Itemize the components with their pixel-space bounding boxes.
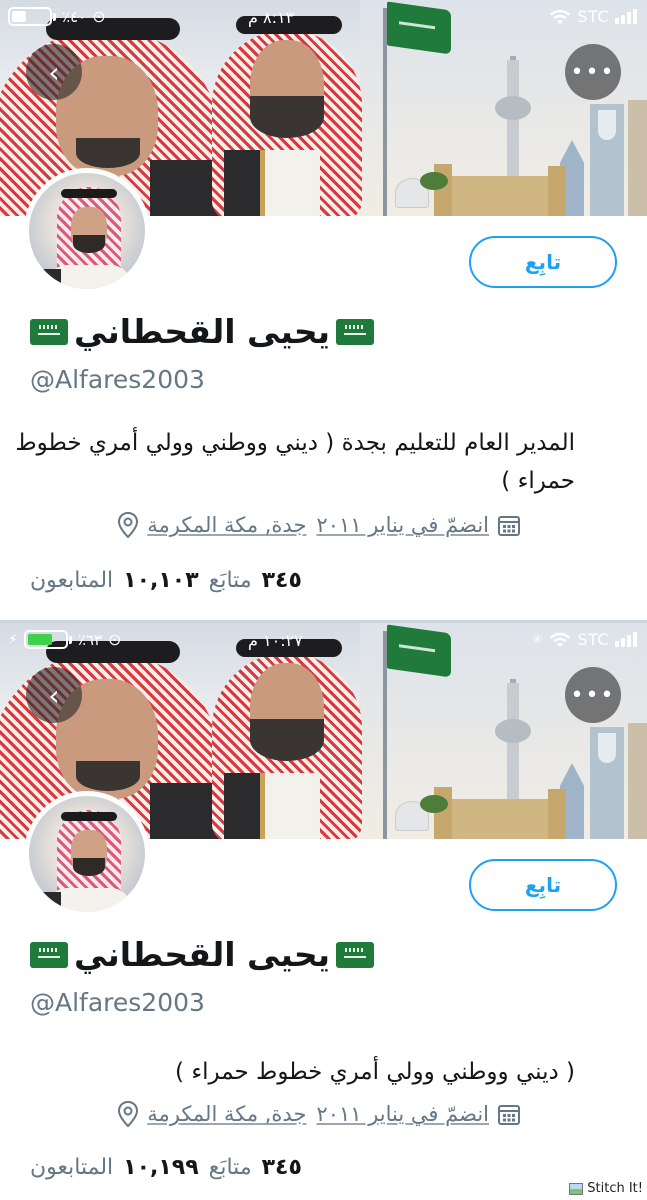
join-date: انضمّ في يناير ٢٠١١	[316, 513, 521, 537]
battery-icon	[8, 7, 52, 26]
rotation-lock-icon: ⊙	[108, 630, 122, 649]
location-text[interactable]: جدة, مكة المكرمة	[147, 513, 306, 537]
carrier-name: STC	[577, 630, 609, 649]
follow-stats: المتابعون ١٠,١٩٩ متابَع ٣٤٥	[30, 1155, 302, 1180]
saudi-flag-icon	[30, 318, 68, 345]
battery-percent: ٪٤٠	[62, 7, 87, 26]
location-text[interactable]: جدة, مكة المكرمة	[147, 1102, 306, 1126]
calendar-icon	[498, 1105, 520, 1125]
join-date: انضمّ في يناير ٢٠١١	[316, 1102, 521, 1126]
following-label[interactable]: متابَع	[209, 1155, 252, 1180]
more-options-button[interactable]: •••	[565, 44, 621, 100]
followers-count[interactable]: ١٠,١٩٩	[123, 1155, 199, 1180]
rotation-lock-icon: ⊙	[92, 7, 106, 26]
chevron-left-icon: ‹	[48, 55, 60, 89]
profile-screenshot-1: ٪٤٠ ⊙ ٨:١٣ م STC ‹ ••• تابِع يحيى القحطا…	[0, 0, 647, 620]
signal-icon	[615, 632, 637, 647]
profile-avatar[interactable]	[24, 168, 150, 294]
chevron-left-icon: ‹	[48, 678, 60, 712]
profile-meta: انضمّ في يناير ٢٠١١ جدة, مكة المكرمة	[117, 1101, 521, 1127]
follow-button[interactable]: تابِع	[469, 859, 617, 911]
location[interactable]: جدة, مكة المكرمة	[117, 1101, 306, 1127]
display-name-row: يحيى القحطاني	[30, 312, 375, 351]
status-time: ١٠:٢٧ م	[248, 631, 303, 650]
watermark-text: Stitch It!	[587, 1181, 643, 1196]
activity-spinner-icon: ✳	[531, 631, 544, 648]
charging-icon: ⚡	[8, 631, 18, 648]
saudi-flag-icon	[336, 941, 375, 968]
signal-icon	[615, 9, 637, 24]
join-date-text: انضمّ في يناير ٢٠١١	[316, 1102, 489, 1126]
more-options-button[interactable]: •••	[565, 667, 621, 723]
wifi-icon	[550, 9, 571, 24]
stitch-it-watermark: Stitch It!	[569, 1181, 643, 1196]
location-pin-icon	[118, 1101, 139, 1127]
follow-button[interactable]: تابِع	[469, 236, 617, 288]
display-name: يحيى القحطاني	[74, 312, 331, 351]
join-date-text: انضمّ في يناير ٢٠١١	[316, 513, 489, 537]
following-label[interactable]: متابَع	[209, 568, 252, 593]
profile-meta: انضمّ في يناير ٢٠١١ جدة, مكة المكرمة	[117, 512, 521, 538]
status-time: ٨:١٣ م	[248, 8, 295, 27]
followers-label[interactable]: المتابعون	[30, 568, 113, 593]
battery-percent: ٪٦٣	[77, 630, 103, 649]
profile-bio: المدير العام للتعليم بجدة ( ديني ووطني و…	[15, 430, 575, 494]
user-handle: @Alfares2003	[30, 365, 205, 394]
saudi-flag-icon	[336, 318, 375, 345]
profile-avatar[interactable]	[24, 791, 150, 917]
followers-count[interactable]: ١٠,١٠٣	[123, 568, 199, 593]
profile-screenshot-2: ⚡ ٪٦٣ ⊙ ١٠:٢٧ م ✳ STC ‹ ••• تابِع يحيى ا…	[0, 620, 647, 1200]
more-horizontal-icon: •••	[570, 59, 616, 85]
battery-icon	[23, 630, 68, 649]
calendar-icon	[498, 516, 520, 536]
following-count[interactable]: ٣٤٥	[262, 568, 302, 593]
wifi-icon	[550, 632, 571, 647]
user-handle: @Alfares2003	[30, 988, 205, 1017]
follow-stats: المتابعون ١٠,١٠٣ متابَع ٣٤٥	[30, 568, 302, 593]
display-name: يحيى القحطاني	[74, 935, 331, 974]
profile-bio: ( ديني ووطني وولي أمري خطوط حمراء )	[175, 1059, 575, 1085]
back-button[interactable]: ‹	[26, 44, 82, 100]
stitch-app-icon	[569, 1182, 584, 1195]
followers-label[interactable]: المتابعون	[30, 1155, 113, 1180]
status-bar: ٪٤٠ ⊙ ٨:١٣ م STC	[0, 0, 647, 36]
status-bar: ⚡ ٪٦٣ ⊙ ١٠:٢٧ م ✳ STC	[0, 623, 647, 659]
following-count[interactable]: ٣٤٥	[262, 1155, 302, 1180]
carrier-name: STC	[577, 7, 609, 26]
location-pin-icon	[118, 512, 139, 538]
saudi-flag-icon	[30, 941, 68, 968]
location[interactable]: جدة, مكة المكرمة	[117, 512, 306, 538]
more-horizontal-icon: •••	[570, 682, 616, 708]
display-name-row: يحيى القحطاني	[30, 935, 375, 974]
back-button[interactable]: ‹	[26, 667, 82, 723]
